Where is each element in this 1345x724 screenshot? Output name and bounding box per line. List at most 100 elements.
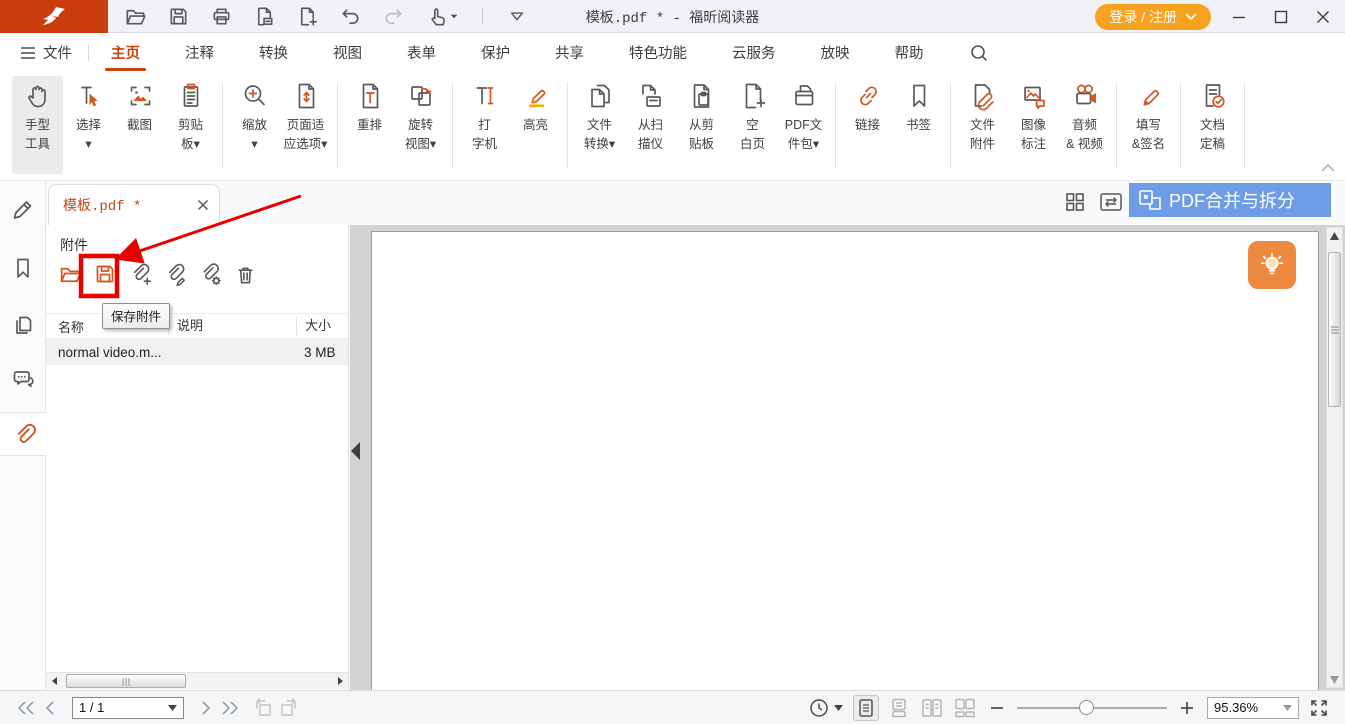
open-attachment-icon[interactable] xyxy=(57,261,83,287)
column-description[interactable]: 说明 xyxy=(168,317,296,335)
tab-presentation[interactable]: 放映 xyxy=(819,33,852,72)
page-fit-button[interactable]: 页面适 应选项▾ xyxy=(280,76,331,156)
tab-view[interactable]: 视图 xyxy=(331,33,364,72)
facing-view-button[interactable] xyxy=(919,695,945,721)
thumbnail-grid-icon[interactable] xyxy=(1064,191,1086,213)
edit-attachment-description-icon[interactable] xyxy=(162,261,188,287)
sidebar-item-bookmarks[interactable] xyxy=(0,246,46,290)
zoom-out-icon[interactable] xyxy=(985,696,1009,720)
sidebar-item-comments[interactable] xyxy=(0,357,46,401)
customize-toolbar-icon[interactable] xyxy=(504,3,530,29)
attachment-row[interactable]: normal video.m... 3 MB xyxy=(46,339,348,365)
tab-protect[interactable]: 保护 xyxy=(479,33,512,72)
next-view-icon[interactable] xyxy=(276,696,300,720)
vertical-scrollbar[interactable] xyxy=(1326,227,1343,688)
file-convert-button[interactable]: 文件 转换▾ xyxy=(574,76,625,156)
redo-icon[interactable] xyxy=(380,3,406,29)
login-register-button[interactable]: 登录 / 注册 xyxy=(1095,4,1211,30)
reflow-button[interactable]: 重排 xyxy=(344,76,395,137)
file-menu[interactable]: 文件 xyxy=(20,42,72,63)
scroll-left-icon[interactable] xyxy=(46,673,63,689)
file-attachment-button[interactable]: 文件 附件 xyxy=(957,76,1008,156)
assistant-button[interactable] xyxy=(1248,241,1296,289)
swap-view-icon[interactable] xyxy=(1099,191,1123,213)
document-tab[interactable]: 模板.pdf * xyxy=(48,184,220,225)
hand-tool-button[interactable]: 手型 工具 xyxy=(12,76,63,174)
fill-sign-button[interactable]: 填写 &签名 xyxy=(1123,76,1174,156)
audio-video-button[interactable]: 音频 & 视频 xyxy=(1059,76,1110,156)
collapse-panel-handle[interactable] xyxy=(351,438,363,464)
delete-attachment-icon[interactable] xyxy=(232,261,258,287)
close-tab-icon[interactable] xyxy=(197,199,209,211)
pdf-merge-split-banner[interactable]: PDF合并与拆分 xyxy=(1129,183,1331,217)
next-page-icon[interactable] xyxy=(194,696,218,720)
tab-form[interactable]: 表单 xyxy=(405,33,438,72)
reading-timer-dropdown-icon[interactable] xyxy=(831,696,845,720)
scroll-down-icon[interactable] xyxy=(1327,676,1342,684)
tab-comment[interactable]: 注释 xyxy=(183,33,216,72)
link-button[interactable]: 链接 xyxy=(842,76,893,137)
add-attachment-icon[interactable] xyxy=(127,261,153,287)
maximize-button[interactable] xyxy=(1267,4,1295,30)
snapshot-button[interactable]: 截图 xyxy=(114,76,165,137)
tab-convert[interactable]: 转换 xyxy=(257,33,290,72)
close-document-icon[interactable] xyxy=(251,3,277,29)
continuous-facing-view-button[interactable] xyxy=(952,695,978,721)
zoom-slider[interactable] xyxy=(1017,696,1167,720)
image-annotation-button[interactable]: 图像 标注 xyxy=(1008,76,1059,156)
sidebar-item-edit[interactable] xyxy=(0,187,46,231)
previous-page-icon[interactable] xyxy=(38,696,62,720)
minimize-button[interactable] xyxy=(1225,4,1253,30)
zoom-level-combobox[interactable]: 95.36% xyxy=(1207,697,1299,719)
zoom-slider-handle[interactable] xyxy=(1079,700,1094,715)
close-button[interactable] xyxy=(1309,4,1337,30)
tab-features[interactable]: 特色功能 xyxy=(627,33,689,72)
chevron-down-icon xyxy=(1283,705,1292,711)
tab-help[interactable]: 帮助 xyxy=(893,33,926,72)
print-icon[interactable] xyxy=(208,3,234,29)
first-page-icon[interactable] xyxy=(14,696,38,720)
collapse-ribbon-icon[interactable] xyxy=(1321,163,1335,172)
pdf-page[interactable] xyxy=(371,231,1319,690)
fullscreen-icon[interactable] xyxy=(1307,696,1331,720)
tab-home[interactable]: 主页 xyxy=(109,33,142,72)
touch-mode-icon[interactable] xyxy=(423,3,461,29)
continuous-view-button[interactable] xyxy=(886,695,912,721)
open-folder-icon[interactable] xyxy=(122,3,148,29)
tab-cloud[interactable]: 云服务 xyxy=(730,33,778,72)
chevron-down-icon xyxy=(1185,13,1197,21)
sidebar-item-pages[interactable] xyxy=(0,303,46,347)
zoom-in-icon[interactable] xyxy=(1175,696,1199,720)
select-tool-button[interactable]: 选择 ▾ xyxy=(63,76,114,156)
bookmark-button[interactable]: 书签 xyxy=(893,76,944,137)
page-number-combobox[interactable]: 1 / 1 xyxy=(72,697,184,719)
panel-horizontal-scrollbar[interactable] xyxy=(46,672,348,689)
from-clipboard-button[interactable]: 从剪 贴板 xyxy=(676,76,727,156)
attachment-settings-icon[interactable] xyxy=(197,261,223,287)
save-icon[interactable] xyxy=(165,3,191,29)
scrollbar-thumb[interactable] xyxy=(1328,252,1341,407)
sidebar-item-attachments[interactable] xyxy=(0,412,47,456)
search-icon[interactable] xyxy=(969,43,989,63)
save-attachment-icon[interactable] xyxy=(92,261,118,287)
scroll-right-icon[interactable] xyxy=(331,673,348,689)
scroll-up-icon[interactable] xyxy=(1327,232,1342,240)
zoom-button[interactable]: 缩放 ▾ xyxy=(229,76,280,156)
tab-share[interactable]: 共享 xyxy=(553,33,586,72)
from-scanner-button[interactable]: 从扫 描仪 xyxy=(625,76,676,156)
blank-page-button[interactable]: 空 白页 xyxy=(727,76,778,156)
rotate-view-button[interactable]: 旋转 视图▾ xyxy=(395,76,446,156)
reading-timer-icon[interactable] xyxy=(807,696,831,720)
single-page-view-button[interactable] xyxy=(853,695,879,721)
new-document-icon[interactable] xyxy=(294,3,320,29)
highlight-button[interactable]: 高亮 xyxy=(510,76,561,137)
typewriter-button[interactable]: 打 字机 xyxy=(459,76,510,156)
previous-view-icon[interactable] xyxy=(252,696,276,720)
last-page-icon[interactable] xyxy=(218,696,242,720)
undo-icon[interactable] xyxy=(337,3,363,29)
scrollbar-thumb[interactable] xyxy=(66,674,186,688)
clipboard-button[interactable]: 剪贴 板▾ xyxy=(165,76,216,156)
pdf-portfolio-button[interactable]: PDF文 件包▾ xyxy=(778,76,829,156)
doc-finalize-button[interactable]: 文档 定稿 xyxy=(1187,76,1238,156)
column-size[interactable]: 大小 xyxy=(296,317,348,335)
